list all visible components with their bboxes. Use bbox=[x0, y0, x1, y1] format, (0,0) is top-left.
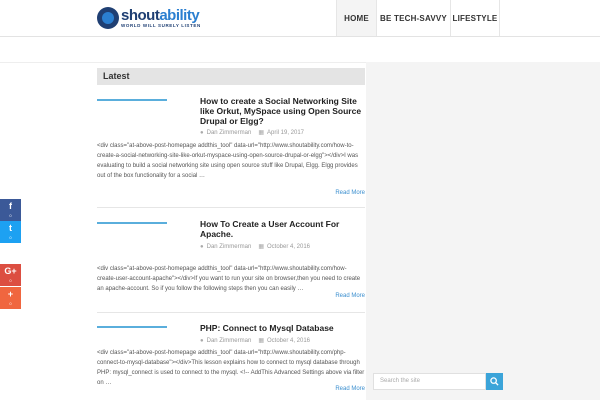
post-thumb-bar bbox=[97, 99, 167, 101]
post-author[interactable]: Dan Zimmerman bbox=[207, 130, 252, 136]
post-excerpt: <div class="at-above-post-homepage addth… bbox=[97, 266, 361, 292]
share-count: 0 bbox=[9, 278, 12, 283]
post-meta: ● Dan Zimmerman ▦ October 4, 2016 bbox=[200, 337, 311, 345]
header-divider bbox=[0, 36, 600, 37]
share-count: 0 bbox=[9, 213, 12, 218]
post-title-link[interactable]: How to create a Social Networking Site l… bbox=[200, 96, 365, 126]
read-more-link[interactable]: Read More bbox=[335, 293, 365, 299]
logo-tagline: WORLD WILL SURELY LISTEN bbox=[121, 22, 201, 28]
logo-name-accent: ability bbox=[159, 6, 200, 24]
search-icon bbox=[490, 377, 499, 386]
share-twitter-button[interactable]: t 0 bbox=[0, 221, 21, 243]
post-divider bbox=[97, 312, 365, 313]
logo-mark-icon bbox=[97, 7, 119, 29]
share-count: 0 bbox=[9, 301, 12, 306]
post-title-link[interactable]: How To Create a User Account For Apache. bbox=[200, 219, 365, 239]
share-count: 0 bbox=[9, 235, 12, 240]
nav-item-home[interactable]: HOME bbox=[336, 0, 376, 36]
main-nav: HOME BE TECH-SAVVY LIFESTYLE bbox=[336, 0, 500, 36]
post-date: October 4, 2016 bbox=[266, 243, 311, 250]
post-author[interactable]: Dan Zimmerman bbox=[207, 338, 252, 344]
post-excerpt: <div class="at-above-post-homepage addth… bbox=[97, 350, 365, 386]
share-more-button[interactable]: + 0 bbox=[0, 287, 21, 309]
post-divider bbox=[97, 207, 365, 208]
post-excerpt: <div class="at-above-post-homepage addth… bbox=[97, 143, 359, 179]
share-googleplus-button[interactable]: G+ 0 bbox=[0, 264, 21, 286]
plus-icon: + bbox=[7, 289, 14, 299]
calendar-icon: ▦ bbox=[258, 338, 264, 344]
calendar-icon: ▦ bbox=[258, 130, 264, 136]
nav-item-lifestyle[interactable]: LIFESTYLE bbox=[450, 0, 500, 36]
twitter-icon: t bbox=[9, 223, 12, 233]
search-placeholder: Search the site bbox=[380, 378, 421, 384]
search-input[interactable]: Search the site bbox=[373, 373, 486, 390]
user-icon: ● bbox=[200, 337, 204, 344]
read-more-link[interactable]: Read More bbox=[335, 190, 365, 196]
search-button[interactable] bbox=[486, 373, 503, 390]
user-icon: ● bbox=[200, 129, 204, 136]
googleplus-icon: G+ bbox=[4, 266, 17, 276]
post-meta: ● Dan Zimmerman ▦ April 19, 2017 bbox=[200, 129, 305, 137]
read-more-link[interactable]: Read More bbox=[335, 386, 365, 392]
section-title: Latest bbox=[103, 71, 130, 81]
section-header: Latest bbox=[97, 68, 365, 85]
post-thumb-bar bbox=[97, 222, 167, 224]
share-facebook-button[interactable]: f 0 bbox=[0, 199, 21, 221]
post-meta: ● Dan Zimmerman ▦ October 4, 2016 bbox=[200, 243, 311, 251]
post-date: October 4, 2016 bbox=[266, 337, 311, 344]
site-logo[interactable]: shoutability WORLD WILL SURELY LISTEN bbox=[97, 6, 201, 30]
nav-item-be-tech-savvy[interactable]: BE TECH-SAVVY bbox=[376, 0, 450, 36]
user-icon: ● bbox=[200, 243, 204, 250]
post-title-link[interactable]: PHP: Connect to Mysql Database bbox=[200, 323, 365, 333]
sidebar bbox=[366, 62, 600, 400]
post-date: April 19, 2017 bbox=[266, 129, 305, 136]
post-thumb-bar bbox=[97, 326, 167, 328]
post-author[interactable]: Dan Zimmerman bbox=[207, 244, 252, 250]
logo-name-dark: shout bbox=[121, 6, 160, 24]
site-header: shoutability WORLD WILL SURELY LISTEN HO… bbox=[0, 0, 600, 36]
calendar-icon: ▦ bbox=[258, 244, 264, 250]
facebook-icon: f bbox=[9, 201, 12, 211]
